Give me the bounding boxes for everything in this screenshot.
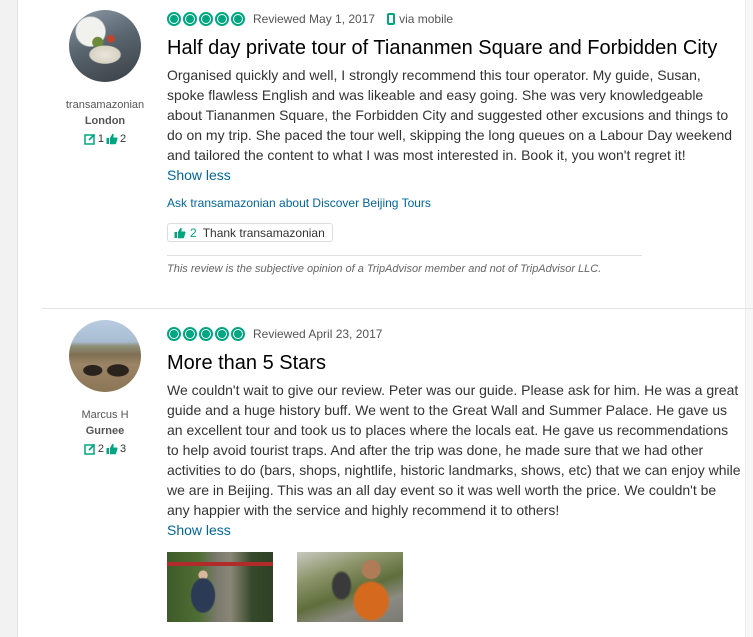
thumbs-up-icon [174, 227, 186, 238]
review-pencil-icon [84, 133, 95, 145]
rating-bubble-icon [167, 327, 181, 341]
rating-row: Reviewed May 1, 2017 via mobile [167, 11, 742, 27]
helpful-vote-count: 3 [120, 443, 127, 455]
via-mobile: via mobile [387, 12, 453, 26]
rating-bubble-icon [215, 12, 229, 26]
thank-count: 2 [190, 225, 197, 240]
rating-bubble-icon [199, 327, 213, 341]
contribution-count: 1 [97, 133, 104, 145]
scrollbar[interactable] [745, 0, 753, 637]
thumbs-up-icon [106, 443, 118, 455]
show-less-link[interactable]: Show less [167, 520, 231, 540]
review-content: Reviewed May 1, 2017 via mobile Half day… [167, 11, 742, 276]
review-content: Reviewed April 23, 2017 More than 5 Star… [167, 326, 742, 622]
rating-bubble-icon [215, 327, 229, 341]
review-card: Marcus H Gurnee 2 3 Reviewed April 23, 2… [42, 310, 742, 637]
avatar[interactable] [69, 10, 141, 82]
left-rail [0, 0, 18, 637]
review-pencil-icon [84, 443, 95, 455]
ask-member-link[interactable]: Ask transamazonian about Discover Beijin… [167, 195, 742, 211]
member-info: transamazonian London 1 2 [42, 10, 168, 145]
rating-bubble-icon [199, 12, 213, 26]
phone-icon [387, 13, 396, 25]
thank-label: Thank transamazonian [202, 225, 325, 240]
rating-bubble-icon [167, 12, 181, 26]
avatar[interactable] [69, 320, 141, 392]
helpful-vote-count: 2 [120, 133, 127, 145]
rating-bubble-icon [231, 12, 245, 26]
rating-bubbles [167, 327, 245, 341]
member-location: Gurnee [85, 425, 125, 437]
review-photo[interactable] [297, 552, 403, 622]
review-body: We couldn't wait to give our review. Pet… [167, 382, 741, 518]
member-stats: 1 2 [42, 133, 168, 145]
rating-row: Reviewed April 23, 2017 [167, 326, 742, 342]
thumbs-up-icon [106, 133, 118, 145]
member-name[interactable]: Marcus H [42, 409, 168, 421]
review-divider [42, 308, 753, 309]
rating-bubble-icon [231, 327, 245, 341]
rating-bubble-icon [183, 12, 197, 26]
review-title[interactable]: More than 5 Stars [167, 351, 742, 375]
reviewed-date: Reviewed April 23, 2017 [253, 327, 383, 341]
member-name[interactable]: transamazonian [42, 99, 168, 111]
member-location: London [84, 115, 126, 127]
reviewed-date: Reviewed May 1, 2017 [253, 12, 376, 26]
show-less-link[interactable]: Show less [167, 165, 231, 185]
member-info: Marcus H Gurnee 2 3 [42, 320, 168, 455]
contribution-count: 2 [97, 443, 104, 455]
review-body: Organised quickly and well, I strongly r… [167, 67, 733, 163]
review-card: transamazonian London 1 2 Reviewed May 1… [42, 0, 742, 307]
review-photos [167, 552, 742, 622]
thank-button[interactable]: 2 Thank transamazonian [167, 223, 333, 242]
member-stats: 2 3 [42, 443, 168, 455]
review-disclaimer: This review is the subjective opinion of… [167, 254, 642, 276]
rating-bubble-icon [183, 327, 197, 341]
review-photo[interactable] [167, 552, 273, 622]
rating-bubbles [167, 12, 245, 26]
via-label: via mobile [399, 12, 454, 26]
review-title[interactable]: Half day private tour of Tiananmen Squar… [167, 36, 742, 60]
